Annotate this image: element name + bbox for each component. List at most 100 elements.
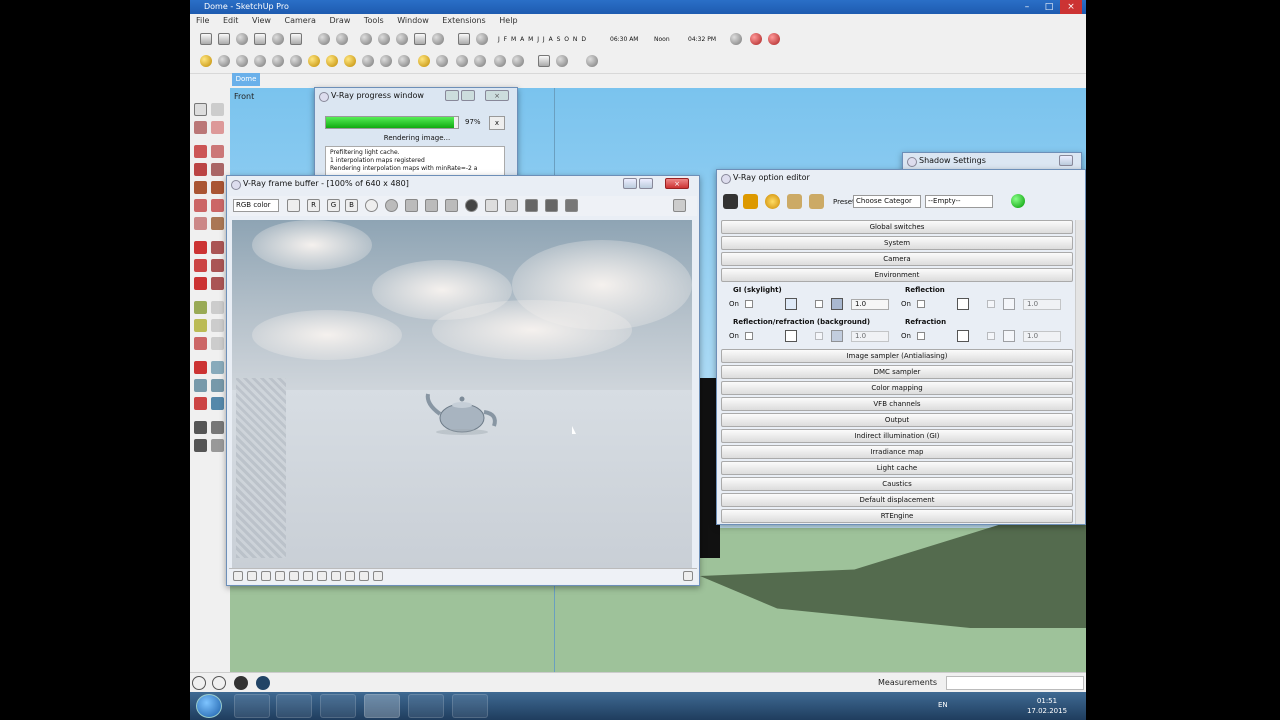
channel-select[interactable]: RGB color: [233, 199, 279, 212]
home-icon[interactable]: [236, 33, 248, 45]
close-button[interactable]: ×: [1060, 0, 1082, 14]
rr-map-button[interactable]: [831, 330, 843, 342]
region-render-icon[interactable]: [485, 199, 498, 212]
position-camera-icon[interactable]: [750, 33, 762, 45]
vray-render-icon[interactable]: [200, 55, 212, 67]
position-camera-icon[interactable]: [194, 421, 207, 434]
system-clock[interactable]: 01:51 17.02.2015: [1022, 696, 1072, 716]
rr-multiplier-field[interactable]: 1.0: [851, 331, 889, 342]
months-slider[interactable]: J F M A M J J A S O N D: [498, 36, 587, 43]
history-icon[interactable]: [565, 199, 578, 212]
rollout-vfb-channels[interactable]: VFB channels: [721, 397, 1073, 411]
arc3-icon[interactable]: [211, 217, 224, 230]
vfb-close-button[interactable]: ×: [665, 178, 689, 189]
refraction-map-button[interactable]: [1003, 330, 1015, 342]
gi-override-checkbox[interactable]: [815, 300, 823, 308]
user-icon[interactable]: [234, 676, 248, 690]
rotated-rect-icon[interactable]: [211, 163, 224, 176]
gi-on-checkbox[interactable]: [745, 300, 753, 308]
start-button[interactable]: [196, 694, 222, 718]
scene-tab[interactable]: Dome: [232, 73, 260, 86]
link-icon[interactable]: [505, 199, 518, 212]
render-last-icon[interactable]: [545, 199, 558, 212]
scale-icon[interactable]: [194, 277, 207, 290]
rollout-global-switches[interactable]: Global switches: [721, 220, 1073, 234]
3d-text-icon[interactable]: [211, 337, 224, 350]
expand-icon[interactable]: [683, 571, 693, 581]
refraction-on-checkbox[interactable]: [917, 332, 925, 340]
vray-plane-icon[interactable]: [380, 55, 392, 67]
axes-icon[interactable]: [194, 337, 207, 350]
vray-import-icon[interactable]: [512, 55, 524, 67]
rollout-rtengine[interactable]: RTEngine: [721, 509, 1073, 523]
rr-on-checkbox[interactable]: [745, 332, 753, 340]
vray-mesh-light-icon[interactable]: [474, 55, 486, 67]
shadow-toggle-icon[interactable]: [458, 33, 470, 45]
freehand-icon[interactable]: [211, 145, 224, 158]
walk-icon[interactable]: [730, 33, 742, 45]
autocad-icon[interactable]: [320, 694, 356, 718]
rollout-light-cache[interactable]: Light cache: [721, 461, 1073, 475]
circle-icon[interactable]: [194, 181, 207, 194]
left-view-icon[interactable]: [414, 33, 426, 45]
measurements-input[interactable]: [946, 676, 1084, 690]
progress-maximize-button[interactable]: [461, 90, 475, 101]
menu-help[interactable]: Help: [499, 16, 517, 25]
refraction-multiplier-field[interactable]: 1.0: [1023, 331, 1061, 342]
previous-view-icon[interactable]: [211, 397, 224, 410]
polygon-icon[interactable]: [211, 181, 224, 194]
mono-icon[interactable]: [385, 199, 398, 212]
curve-icon[interactable]: [261, 571, 271, 581]
credits-icon[interactable]: [212, 676, 226, 690]
progress-close-button[interactable]: ×: [485, 90, 509, 101]
pie-icon[interactable]: [194, 217, 207, 230]
vray-ies-icon[interactable]: [456, 55, 468, 67]
load-icon[interactable]: [425, 199, 438, 212]
arc-icon[interactable]: [194, 199, 207, 212]
maximize-button[interactable]: □: [1038, 0, 1060, 14]
rollout-dmc-sampler[interactable]: DMC sampler: [721, 365, 1073, 379]
iso-view-icon[interactable]: [318, 33, 330, 45]
walk-feet-icon[interactable]: [194, 439, 207, 452]
rollout-environment[interactable]: Environment: [721, 268, 1073, 282]
make-component-icon[interactable]: [211, 103, 224, 116]
apply-preset-icon[interactable]: [1011, 194, 1025, 208]
save-icon[interactable]: [405, 199, 418, 212]
orbit-icon[interactable]: [194, 361, 207, 374]
progress-minimize-button[interactable]: [445, 90, 459, 101]
blue-channel-button[interactable]: B: [345, 199, 358, 212]
firefox-icon[interactable]: [276, 694, 312, 718]
vray-wire-icon[interactable]: [556, 55, 568, 67]
select-tool-icon[interactable]: [200, 33, 212, 45]
srgb-icon[interactable]: [289, 571, 299, 581]
top-view-icon[interactable]: [336, 33, 348, 45]
zoom-icon[interactable]: [194, 379, 207, 392]
gi-map-button[interactable]: [831, 298, 843, 310]
look-around-icon[interactable]: [768, 33, 780, 45]
rollout-output[interactable]: Output: [721, 413, 1073, 427]
vray-sphere-icon[interactable]: [236, 55, 248, 67]
camtasia-icon[interactable]: [452, 694, 488, 718]
category-select[interactable]: Choose Categor: [853, 195, 921, 208]
vray-dome-icon[interactable]: [398, 55, 410, 67]
settings-icon[interactable]: [673, 199, 686, 212]
reflection-map-button[interactable]: [1003, 298, 1015, 310]
vray-light-icon[interactable]: [308, 55, 320, 67]
rollout-default-displacement[interactable]: Default displacement: [721, 493, 1073, 507]
refraction-override-checkbox[interactable]: [987, 332, 995, 340]
rr-override-checkbox[interactable]: [815, 332, 823, 340]
reset-options-icon[interactable]: [765, 194, 780, 209]
shadow-settings-close-button[interactable]: [1059, 155, 1073, 166]
flip-h-icon[interactable]: [345, 571, 355, 581]
menu-extensions[interactable]: Extensions: [442, 16, 485, 25]
pixel-info-icon[interactable]: [317, 571, 327, 581]
vray-settings-icon[interactable]: [586, 55, 598, 67]
reflection-on-checkbox[interactable]: [917, 300, 925, 308]
follow-me-icon[interactable]: [211, 259, 224, 272]
vray-colors-icon[interactable]: [538, 55, 550, 67]
rollout-camera[interactable]: Camera: [721, 252, 1073, 266]
rollout-irradiance-map[interactable]: Irradiance map: [721, 445, 1073, 459]
house-icon[interactable]: [254, 33, 266, 45]
gi-multiplier-field[interactable]: 1.0: [851, 299, 889, 310]
vray-options-icon[interactable]: [326, 55, 338, 67]
